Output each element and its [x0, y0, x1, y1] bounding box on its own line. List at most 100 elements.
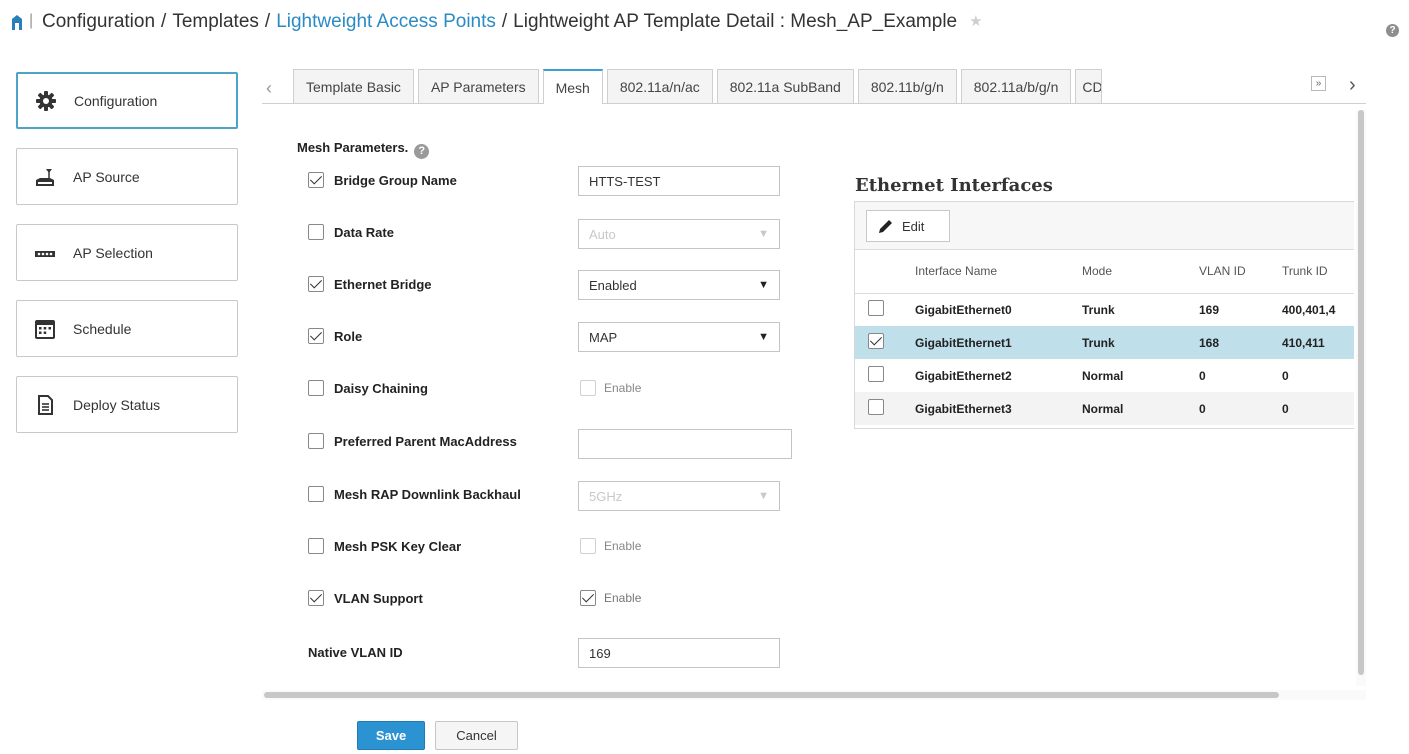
- save-button[interactable]: Save: [357, 721, 425, 750]
- access-point-icon: [34, 166, 56, 188]
- data-rate-row: Data Rate: [308, 224, 394, 240]
- psk-key-clear-checkbox[interactable]: [308, 538, 324, 554]
- mode-cell: Normal: [1082, 368, 1124, 383]
- vlan-support-checkbox[interactable]: [308, 590, 324, 606]
- help-icon[interactable]: ?: [1386, 24, 1399, 37]
- favorite-star-icon[interactable]: ★: [969, 12, 982, 30]
- preferred-parent-input[interactable]: [578, 429, 792, 459]
- nav-configuration[interactable]: Configuration: [16, 72, 238, 129]
- mode-cell: Trunk: [1082, 302, 1115, 317]
- enable-label: Enable: [604, 539, 642, 553]
- row-checkbox[interactable]: [868, 366, 884, 382]
- interface-name-cell: GigabitEthernet0: [915, 302, 1012, 317]
- rap-downlink-label: Mesh RAP Downlink Backhaul: [334, 486, 521, 502]
- trunk-id-cell: 0: [1272, 392, 1354, 425]
- rap-downlink-value: 5GHz: [589, 488, 623, 504]
- mode-cell: Normal: [1076, 392, 1189, 425]
- tab-divider: [262, 103, 1366, 104]
- row-checkbox[interactable]: [868, 333, 884, 349]
- vlan-support-enable-checkbox[interactable]: [580, 590, 596, 606]
- preferred-parent-checkbox[interactable]: [308, 433, 324, 449]
- table-row[interactable]: GigabitEthernet1 Trunk 168 410,411: [855, 326, 1354, 359]
- daisy-chaining-checkbox[interactable]: [308, 380, 324, 396]
- ethernet-interfaces-heading: Ethernet Interfaces: [855, 175, 1053, 196]
- breadcrumb-divider: |: [29, 12, 34, 29]
- chevron-down-icon: ▼: [758, 490, 769, 502]
- column-header-mode[interactable]: Mode: [1076, 250, 1189, 294]
- breadcrumb: Configuration / Templates / Lightweight Acce…: [42, 11, 983, 32]
- row-checkbox[interactable]: [868, 300, 884, 317]
- nav-ap-selection[interactable]: AP Selection: [16, 224, 238, 281]
- nav-label: Deploy Status: [73, 396, 161, 413]
- vertical-scrollbar-thumb[interactable]: [1358, 110, 1364, 675]
- nav-label: Schedule: [73, 320, 132, 337]
- tab-template-basic[interactable]: Template Basic: [293, 69, 414, 103]
- vlan-id-cell: 0: [1189, 392, 1272, 425]
- tab-ap-parameters[interactable]: AP Parameters: [417, 69, 539, 103]
- rap-downlink-row: Mesh RAP Downlink Backhaul: [308, 486, 521, 502]
- tab-80211a-n-ac[interactable]: 802.11a/n/ac: [606, 69, 713, 103]
- native-vlan-input[interactable]: [578, 638, 780, 668]
- nav-deploy-status[interactable]: Deploy Status: [16, 376, 238, 433]
- vlan-id-cell: 0: [1199, 368, 1206, 383]
- tab-80211a-b-g-n[interactable]: 802.11a/b/g/n: [960, 69, 1072, 103]
- role-select[interactable]: MAP ▼: [578, 322, 780, 352]
- nav-ap-source[interactable]: AP Source: [16, 148, 238, 205]
- horizontal-scrollbar[interactable]: [262, 690, 1366, 700]
- daisy-chaining-enable-checkbox[interactable]: [580, 380, 596, 396]
- bridge-group-name-checkbox[interactable]: [308, 172, 324, 188]
- ethernet-bridge-select[interactable]: Enabled ▼: [578, 270, 780, 300]
- column-header-vlan-id[interactable]: VLAN ID: [1189, 250, 1272, 294]
- native-vlan-label: Native VLAN ID: [308, 645, 403, 660]
- tab-80211a-subband[interactable]: 802.11a SubBand: [716, 69, 854, 103]
- column-header-interface-name[interactable]: Interface Name: [903, 250, 1076, 294]
- table-row[interactable]: GigabitEthernet3 Normal 0 0: [855, 392, 1354, 425]
- document-icon: [34, 394, 56, 416]
- column-header-trunk-id[interactable]: Trunk ID: [1272, 250, 1354, 294]
- nav-schedule[interactable]: Schedule: [16, 300, 238, 357]
- rap-downlink-select[interactable]: 5GHz ▼: [578, 481, 780, 511]
- chevron-down-icon: ▼: [758, 331, 769, 343]
- ethernet-bridge-checkbox[interactable]: [308, 276, 324, 292]
- daisy-chaining-row: Daisy Chaining: [308, 380, 428, 396]
- row-select-cell: [855, 326, 903, 359]
- help-icon[interactable]: ?: [414, 144, 430, 159]
- vlan-support-enable[interactable]: Enable: [580, 590, 641, 606]
- tab-scroll-right-icon[interactable]: ›: [1349, 74, 1356, 97]
- nav-label: Configuration: [74, 92, 158, 109]
- daisy-chaining-enable[interactable]: Enable: [580, 380, 641, 396]
- horizontal-scrollbar-thumb[interactable]: [264, 692, 1279, 698]
- tab-scroll-left-icon[interactable]: ‹: [266, 78, 272, 99]
- table-row[interactable]: GigabitEthernet2 Normal 0 0: [855, 359, 1354, 392]
- section-title-text: Mesh Parameters.: [297, 140, 409, 155]
- rap-downlink-checkbox[interactable]: [308, 486, 324, 502]
- table-row[interactable]: GigabitEthernet0 Trunk 169 400,401,4: [855, 293, 1354, 326]
- data-rate-checkbox[interactable]: [308, 224, 324, 240]
- row-checkbox[interactable]: [868, 399, 884, 415]
- data-rate-select[interactable]: Auto ▼: [578, 219, 780, 249]
- role-checkbox[interactable]: [308, 328, 324, 344]
- tab-cdp[interactable]: CD: [1075, 69, 1103, 103]
- breadcrumb-configuration: Configuration: [42, 11, 156, 32]
- more-tabs-icon[interactable]: »: [1311, 76, 1326, 91]
- vlan-support-row: VLAN Support: [308, 590, 423, 606]
- bridge-group-name-input[interactable]: [578, 166, 780, 196]
- tab-80211b-g-n[interactable]: 802.11b/g/n: [857, 69, 957, 103]
- nav-label: AP Selection: [73, 244, 153, 261]
- tab-mesh[interactable]: Mesh: [542, 69, 603, 104]
- ethernet-interfaces-panel: Edit Interface Name Mode VLAN ID Trunk I…: [854, 201, 1354, 429]
- psk-key-clear-label: Mesh PSK Key Clear: [334, 538, 462, 554]
- mesh-parameters-heading: Mesh Parameters.?: [297, 140, 430, 159]
- edit-button[interactable]: Edit: [866, 210, 950, 242]
- interface-name-cell: GigabitEthernet1: [903, 326, 1076, 359]
- trunk-id-cell: 410,411: [1272, 326, 1354, 359]
- cancel-button[interactable]: Cancel: [435, 721, 518, 750]
- psk-key-clear-enable[interactable]: Enable: [580, 538, 641, 554]
- vertical-scrollbar[interactable]: [1356, 110, 1366, 686]
- home-icon[interactable]: [10, 14, 24, 30]
- breadcrumb-lightweight-access-points[interactable]: Lightweight Access Points: [276, 11, 496, 32]
- ap-device-icon: [34, 242, 56, 264]
- psk-key-clear-enable-checkbox[interactable]: [580, 538, 596, 554]
- role-value: MAP: [589, 329, 618, 345]
- calendar-icon: [34, 318, 56, 340]
